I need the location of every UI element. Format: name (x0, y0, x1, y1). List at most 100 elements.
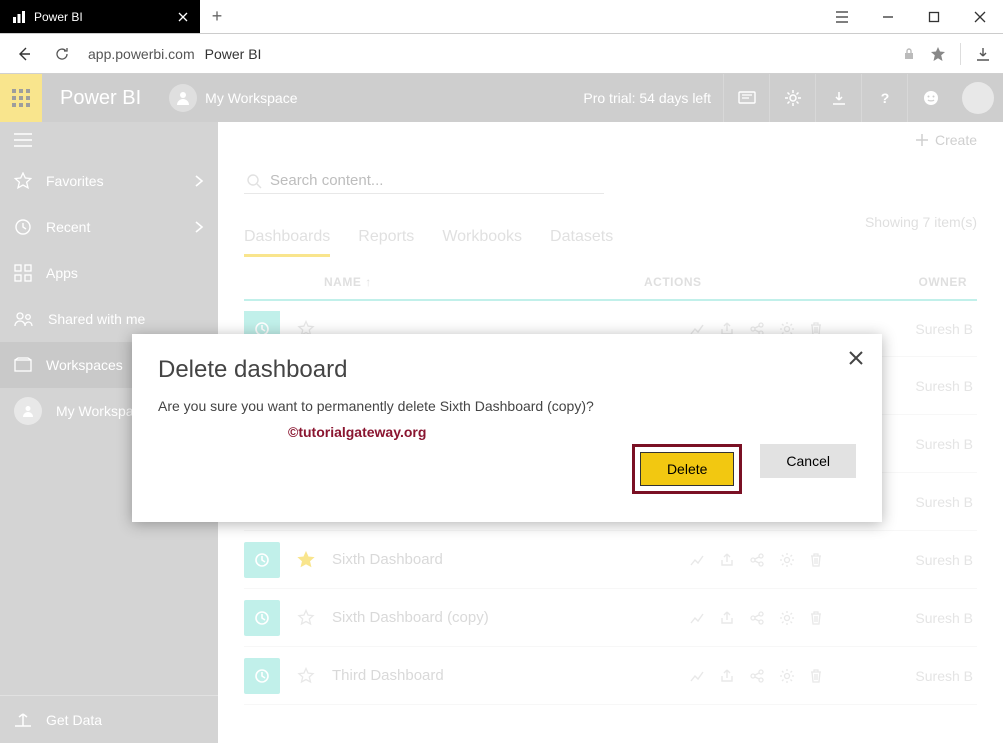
tab-dashboards[interactable]: Dashboards (244, 228, 330, 257)
row-name[interactable]: Third Dashboard (332, 667, 632, 684)
feedback-icon[interactable] (907, 74, 953, 122)
column-name[interactable]: NAME (324, 275, 361, 289)
watermark-text: ©tutorialgateway.org (288, 424, 856, 440)
browser-menu-icon[interactable] (819, 0, 865, 33)
browser-titlebar: Power BI + (0, 0, 1003, 34)
row-actions (689, 610, 823, 626)
gear-icon[interactable] (779, 610, 795, 626)
address-field[interactable]: app.powerbi.com Power BI (88, 46, 888, 62)
person-icon (14, 397, 42, 425)
back-button[interactable] (12, 42, 36, 66)
workspace-switcher[interactable]: My Workspace (169, 84, 297, 112)
table-row[interactable]: Third Dashboard Suresh B (244, 647, 977, 705)
row-actions (689, 668, 823, 684)
window-close-button[interactable] (957, 0, 1003, 33)
window-minimize-button[interactable] (865, 0, 911, 33)
browser-address-bar: app.powerbi.com Power BI (0, 34, 1003, 74)
share-icon[interactable] (719, 552, 735, 568)
sidebar-item-label: Favorites (46, 173, 104, 189)
search-icon (246, 173, 262, 189)
svg-text:?: ? (880, 90, 889, 106)
sidebar-footer-label: Get Data (46, 712, 102, 728)
trash-icon[interactable] (809, 668, 823, 684)
settings-icon[interactable] (769, 74, 815, 122)
related-icon[interactable] (749, 610, 765, 626)
address-url: app.powerbi.com (88, 46, 195, 62)
tab-reports[interactable]: Reports (358, 228, 414, 257)
favorite-star-icon[interactable] (930, 46, 946, 62)
help-icon[interactable]: ? (861, 74, 907, 122)
new-tab-button[interactable]: + (200, 0, 234, 33)
column-owner: OWNER (919, 275, 968, 289)
app-header: Power BI My Workspace Pro trial: 54 days… (0, 74, 1003, 122)
account-avatar[interactable] (953, 82, 1003, 114)
line-chart-icon[interactable] (689, 610, 705, 626)
line-chart-icon[interactable] (689, 552, 705, 568)
line-chart-icon[interactable] (689, 668, 705, 684)
create-button[interactable]: Create (915, 132, 977, 148)
content-tabs: Dashboards Reports Workbooks Datasets (244, 228, 977, 257)
row-owner: Suresh B (883, 610, 973, 626)
chevron-right-icon (194, 174, 204, 188)
dashboard-tile-icon (244, 600, 280, 636)
related-icon[interactable] (749, 668, 765, 684)
tab-datasets[interactable]: Datasets (550, 228, 613, 257)
chevron-right-icon (194, 220, 204, 234)
sidebar-item-apps[interactable]: Apps (0, 250, 218, 296)
dashboard-tile-icon (244, 658, 280, 694)
powerbi-tab-icon (12, 10, 26, 24)
trash-icon[interactable] (809, 610, 823, 626)
row-name[interactable]: Sixth Dashboard (copy) (332, 609, 632, 626)
highlight-box: Delete (632, 444, 742, 494)
modal-title: Delete dashboard (158, 356, 856, 384)
tab-workbooks[interactable]: Workbooks (442, 228, 522, 257)
sidebar-item-recent[interactable]: Recent (0, 204, 218, 250)
app-launcher-button[interactable] (0, 74, 42, 122)
tab-close-icon[interactable] (178, 12, 188, 22)
dashboard-tile-icon (244, 542, 280, 578)
star-icon (14, 172, 32, 190)
delete-dashboard-modal: Delete dashboard Are you sure you want t… (132, 334, 882, 522)
column-actions: ACTIONS (644, 275, 844, 289)
download-icon[interactable] (815, 74, 861, 122)
favorite-toggle[interactable] (286, 667, 326, 685)
address-title: Power BI (205, 46, 262, 62)
table-row[interactable]: Sixth Dashboard (copy) Suresh B (244, 589, 977, 647)
browser-tab[interactable]: Power BI (0, 0, 200, 33)
gear-icon[interactable] (779, 552, 795, 568)
sort-asc-icon[interactable]: ↑ (365, 275, 372, 289)
delete-button[interactable]: Delete (640, 452, 734, 486)
window-maximize-button[interactable] (911, 0, 957, 33)
related-icon[interactable] (749, 552, 765, 568)
row-actions (689, 552, 823, 568)
clock-icon (14, 218, 32, 236)
cancel-button[interactable]: Cancel (760, 444, 856, 478)
row-owner: Suresh B (883, 494, 973, 510)
favorite-toggle[interactable] (286, 609, 326, 627)
divider (960, 43, 961, 65)
refresh-button[interactable] (50, 42, 74, 66)
gear-icon[interactable] (779, 668, 795, 684)
downloads-icon[interactable] (975, 46, 991, 62)
create-label: Create (935, 132, 977, 148)
share-icon[interactable] (719, 610, 735, 626)
notifications-icon[interactable] (723, 74, 769, 122)
get-data-icon (14, 712, 32, 728)
modal-close-button[interactable] (848, 350, 864, 366)
row-owner: Suresh B (883, 321, 973, 337)
sidebar-toggle[interactable] (0, 122, 218, 158)
share-icon[interactable] (719, 668, 735, 684)
sidebar-item-label: Recent (46, 219, 90, 235)
sidebar-item-favorites[interactable]: Favorites (0, 158, 218, 204)
search-field[interactable] (244, 168, 604, 194)
trash-icon[interactable] (809, 552, 823, 568)
table-row[interactable]: Sixth Dashboard Suresh B (244, 531, 977, 589)
search-input[interactable] (270, 172, 602, 189)
sidebar-get-data[interactable]: Get Data (0, 695, 218, 743)
row-name[interactable]: Sixth Dashboard (332, 551, 632, 568)
list-header: NAME ↑ ACTIONS OWNER (244, 275, 977, 289)
sidebar-item-label: Shared with me (48, 311, 145, 327)
favorite-toggle[interactable] (286, 551, 326, 569)
apps-icon (14, 264, 32, 282)
brand-title: Power BI (60, 87, 141, 110)
